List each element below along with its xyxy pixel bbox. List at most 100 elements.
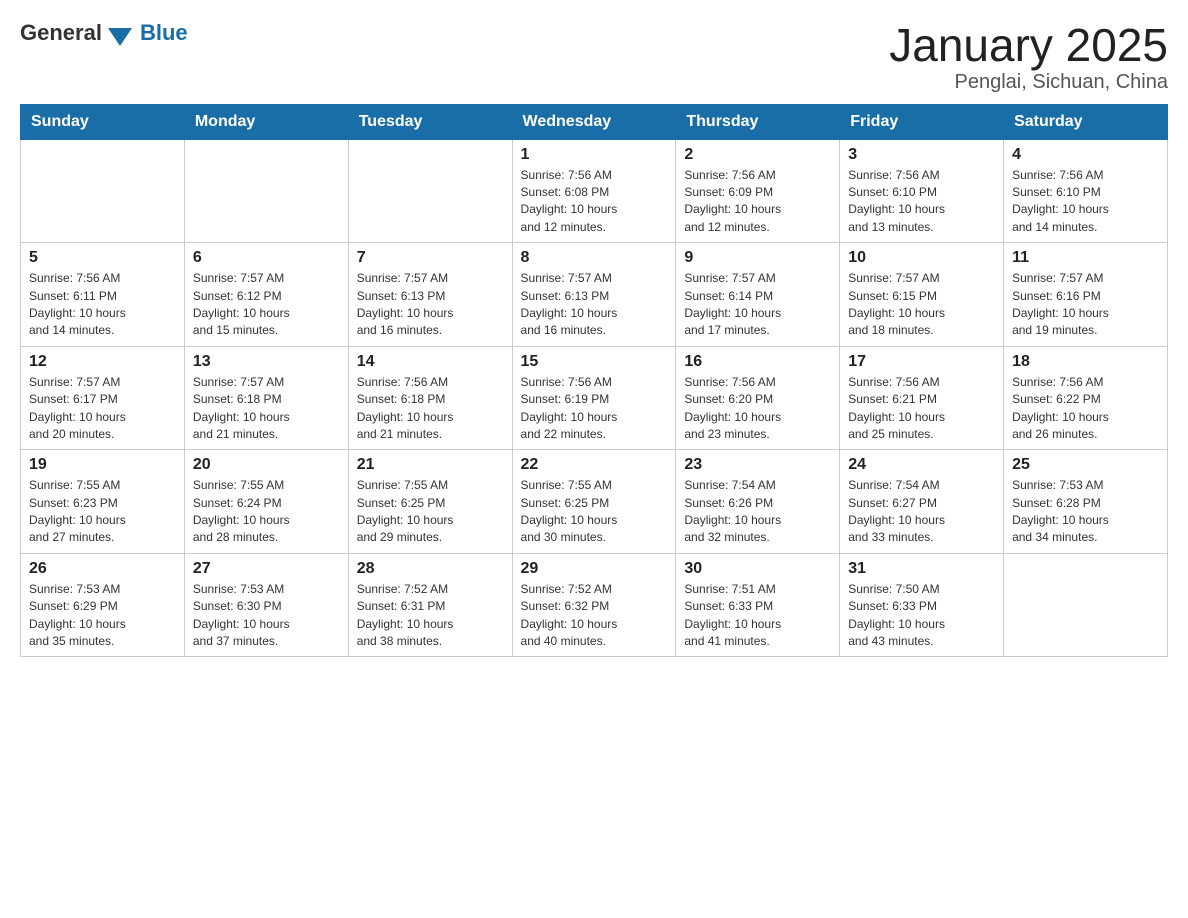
calendar-title: January 2025 bbox=[889, 20, 1168, 71]
day-info: Sunrise: 7:52 AM Sunset: 6:32 PM Dayligh… bbox=[521, 581, 668, 651]
day-info: Sunrise: 7:57 AM Sunset: 6:16 PM Dayligh… bbox=[1012, 270, 1159, 340]
day-number: 23 bbox=[684, 456, 831, 474]
day-number: 22 bbox=[521, 456, 668, 474]
cell-w3-d5: 16 Sunrise: 7:56 AM Sunset: 6:20 PM Dayli… bbox=[676, 346, 840, 450]
cell-w1-d6: 3 Sunrise: 7:56 AM Sunset: 6:10 PM Daylig… bbox=[840, 139, 1004, 243]
col-sunday: Sunday bbox=[21, 104, 185, 139]
cell-w4-d1: 19 Sunrise: 7:55 AM Sunset: 6:23 PM Dayli… bbox=[21, 450, 185, 554]
calendar-subtitle: Penglai, Sichuan, China bbox=[889, 71, 1168, 94]
cell-w2-d3: 7 Sunrise: 7:57 AM Sunset: 6:13 PM Daylig… bbox=[348, 243, 512, 347]
col-thursday: Thursday bbox=[676, 104, 840, 139]
cell-w3-d3: 14Sunrise: 7:56 AM Sunset: 6:18 PM Dayli… bbox=[348, 346, 512, 450]
cell-w5-d7 bbox=[1004, 553, 1168, 657]
week-row-2: 5 Sunrise: 7:56 AM Sunset: 6:11 PM Daylig… bbox=[21, 243, 1168, 347]
day-number: 6 bbox=[193, 249, 340, 267]
cell-w5-d6: 31Sunrise: 7:50 AM Sunset: 6:33 PM Dayli… bbox=[840, 553, 1004, 657]
cell-w5-d5: 30 Sunrise: 7:51 AM Sunset: 6:33 PM Dayli… bbox=[676, 553, 840, 657]
day-number: 9 bbox=[684, 249, 831, 267]
day-number: 3 bbox=[848, 146, 995, 164]
day-info: Sunrise: 7:57 AM Sunset: 6:14 PM Dayligh… bbox=[684, 270, 831, 340]
day-number: 2 bbox=[684, 146, 831, 164]
day-number: 17 bbox=[848, 353, 995, 371]
cell-w3-d1: 12Sunrise: 7:57 AM Sunset: 6:17 PM Dayli… bbox=[21, 346, 185, 450]
week-row-1: 1 Sunrise: 7:56 AM Sunset: 6:08 PM Daylig… bbox=[21, 139, 1168, 243]
day-number: 12 bbox=[29, 353, 176, 371]
day-number: 25 bbox=[1012, 456, 1159, 474]
day-number: 11 bbox=[1012, 249, 1159, 267]
title-section: January 2025 Penglai, Sichuan, China bbox=[889, 20, 1168, 94]
day-info: Sunrise: 7:53 AM Sunset: 6:29 PM Dayligh… bbox=[29, 581, 176, 651]
day-number: 5 bbox=[29, 249, 176, 267]
day-info: Sunrise: 7:56 AM Sunset: 6:21 PM Dayligh… bbox=[848, 374, 995, 444]
day-number: 1 bbox=[521, 146, 668, 164]
day-number: 24 bbox=[848, 456, 995, 474]
day-info: Sunrise: 7:55 AM Sunset: 6:25 PM Dayligh… bbox=[357, 477, 504, 547]
day-info: Sunrise: 7:51 AM Sunset: 6:33 PM Dayligh… bbox=[684, 581, 831, 651]
cell-w4-d7: 25 Sunrise: 7:53 AM Sunset: 6:28 PM Dayli… bbox=[1004, 450, 1168, 554]
day-info: Sunrise: 7:55 AM Sunset: 6:24 PM Dayligh… bbox=[193, 477, 340, 547]
cell-w3-d2: 13Sunrise: 7:57 AM Sunset: 6:18 PM Dayli… bbox=[184, 346, 348, 450]
logo-blue: Blue bbox=[140, 20, 188, 46]
col-friday: Friday bbox=[840, 104, 1004, 139]
day-info: Sunrise: 7:57 AM Sunset: 6:13 PM Dayligh… bbox=[521, 270, 668, 340]
day-info: Sunrise: 7:53 AM Sunset: 6:28 PM Dayligh… bbox=[1012, 477, 1159, 547]
day-info: Sunrise: 7:56 AM Sunset: 6:19 PM Dayligh… bbox=[521, 374, 668, 444]
day-number: 29 bbox=[521, 560, 668, 578]
day-number: 19 bbox=[29, 456, 176, 474]
day-number: 28 bbox=[357, 560, 504, 578]
calendar-table: Sunday Monday Tuesday Wednesday Thursday… bbox=[20, 104, 1168, 658]
day-info: Sunrise: 7:57 AM Sunset: 6:12 PM Dayligh… bbox=[193, 270, 340, 340]
day-info: Sunrise: 7:56 AM Sunset: 6:08 PM Dayligh… bbox=[521, 167, 668, 237]
week-row-4: 19 Sunrise: 7:55 AM Sunset: 6:23 PM Dayli… bbox=[21, 450, 1168, 554]
day-info: Sunrise: 7:55 AM Sunset: 6:25 PM Dayligh… bbox=[521, 477, 668, 547]
day-info: Sunrise: 7:57 AM Sunset: 6:13 PM Dayligh… bbox=[357, 270, 504, 340]
day-number: 8 bbox=[521, 249, 668, 267]
logo-general: General bbox=[20, 20, 102, 46]
day-info: Sunrise: 7:57 AM Sunset: 6:15 PM Dayligh… bbox=[848, 270, 995, 340]
week-row-3: 12Sunrise: 7:57 AM Sunset: 6:17 PM Dayli… bbox=[21, 346, 1168, 450]
day-info: Sunrise: 7:52 AM Sunset: 6:31 PM Dayligh… bbox=[357, 581, 504, 651]
cell-w1-d2 bbox=[184, 139, 348, 243]
col-saturday: Saturday bbox=[1004, 104, 1168, 139]
col-monday: Monday bbox=[184, 104, 348, 139]
day-info: Sunrise: 7:54 AM Sunset: 6:27 PM Dayligh… bbox=[848, 477, 995, 547]
cell-w1-d4: 1 Sunrise: 7:56 AM Sunset: 6:08 PM Daylig… bbox=[512, 139, 676, 243]
cell-w4-d4: 22 Sunrise: 7:55 AM Sunset: 6:25 PM Dayli… bbox=[512, 450, 676, 554]
col-tuesday: Tuesday bbox=[348, 104, 512, 139]
day-number: 16 bbox=[684, 353, 831, 371]
day-number: 4 bbox=[1012, 146, 1159, 164]
day-number: 30 bbox=[684, 560, 831, 578]
day-info: Sunrise: 7:56 AM Sunset: 6:20 PM Dayligh… bbox=[684, 374, 831, 444]
header-row: Sunday Monday Tuesday Wednesday Thursday… bbox=[21, 104, 1168, 139]
col-wednesday: Wednesday bbox=[512, 104, 676, 139]
day-number: 27 bbox=[193, 560, 340, 578]
day-info: Sunrise: 7:56 AM Sunset: 6:22 PM Dayligh… bbox=[1012, 374, 1159, 444]
cell-w2-d6: 10 Sunrise: 7:57 AM Sunset: 6:15 PM Dayli… bbox=[840, 243, 1004, 347]
cell-w2-d4: 8 Sunrise: 7:57 AM Sunset: 6:13 PM Daylig… bbox=[512, 243, 676, 347]
week-row-5: 26 Sunrise: 7:53 AM Sunset: 6:29 PM Dayli… bbox=[21, 553, 1168, 657]
day-info: Sunrise: 7:50 AM Sunset: 6:33 PM Dayligh… bbox=[848, 581, 995, 651]
logo-icon bbox=[108, 28, 132, 46]
cell-w5-d2: 27 Sunrise: 7:53 AM Sunset: 6:30 PM Dayli… bbox=[184, 553, 348, 657]
day-info: Sunrise: 7:56 AM Sunset: 6:10 PM Dayligh… bbox=[1012, 167, 1159, 237]
cell-w3-d7: 18 Sunrise: 7:56 AM Sunset: 6:22 PM Dayli… bbox=[1004, 346, 1168, 450]
day-number: 10 bbox=[848, 249, 995, 267]
day-number: 7 bbox=[357, 249, 504, 267]
cell-w1-d3 bbox=[348, 139, 512, 243]
day-number: 18 bbox=[1012, 353, 1159, 371]
cell-w3-d6: 17 Sunrise: 7:56 AM Sunset: 6:21 PM Dayli… bbox=[840, 346, 1004, 450]
cell-w4-d6: 24 Sunrise: 7:54 AM Sunset: 6:27 PM Dayli… bbox=[840, 450, 1004, 554]
day-info: Sunrise: 7:56 AM Sunset: 6:10 PM Dayligh… bbox=[848, 167, 995, 237]
cell-w3-d4: 15 Sunrise: 7:56 AM Sunset: 6:19 PM Dayli… bbox=[512, 346, 676, 450]
cell-w5-d1: 26 Sunrise: 7:53 AM Sunset: 6:29 PM Dayli… bbox=[21, 553, 185, 657]
day-info: Sunrise: 7:55 AM Sunset: 6:23 PM Dayligh… bbox=[29, 477, 176, 547]
cell-w1-d7: 4 Sunrise: 7:56 AM Sunset: 6:10 PM Daylig… bbox=[1004, 139, 1168, 243]
page-header: General Blue January 2025 Penglai, Sichu… bbox=[20, 20, 1168, 94]
day-number: 26 bbox=[29, 560, 176, 578]
cell-w2-d2: 6 Sunrise: 7:57 AM Sunset: 6:12 PM Daylig… bbox=[184, 243, 348, 347]
day-number: 15 bbox=[521, 353, 668, 371]
logo: General Blue bbox=[20, 20, 188, 46]
day-number: 20 bbox=[193, 456, 340, 474]
day-info: Sunrise: 7:56 AM Sunset: 6:11 PM Dayligh… bbox=[29, 270, 176, 340]
day-info: Sunrise: 7:53 AM Sunset: 6:30 PM Dayligh… bbox=[193, 581, 340, 651]
